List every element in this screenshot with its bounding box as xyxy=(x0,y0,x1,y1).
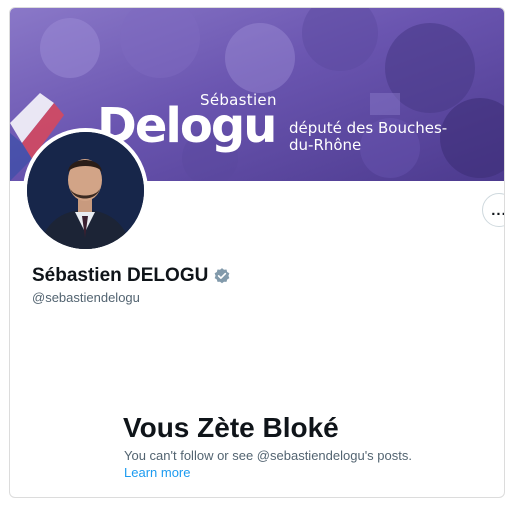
display-name: Sébastien DELOGU xyxy=(32,265,209,286)
more-options-button[interactable]: ... xyxy=(482,193,504,227)
avatar-photo xyxy=(27,132,144,249)
blocked-title: Vous Zète Bloké xyxy=(123,412,339,443)
profile-name-row: Sébastien DELOGU xyxy=(32,265,231,287)
avatar[interactable] xyxy=(23,128,148,253)
banner-role: député des Bouches-du-Rhône xyxy=(289,119,448,154)
learn-more-link[interactable]: Learn more xyxy=(124,465,190,480)
verified-badge-icon[interactable] xyxy=(213,267,231,285)
profile-handle: @sebastiendelogu xyxy=(32,290,140,305)
profile-card: Sébastien Delogu député des Bouches-du-R… xyxy=(9,7,505,498)
blocked-message: You can't follow or see @sebastiendelogu… xyxy=(124,448,412,463)
